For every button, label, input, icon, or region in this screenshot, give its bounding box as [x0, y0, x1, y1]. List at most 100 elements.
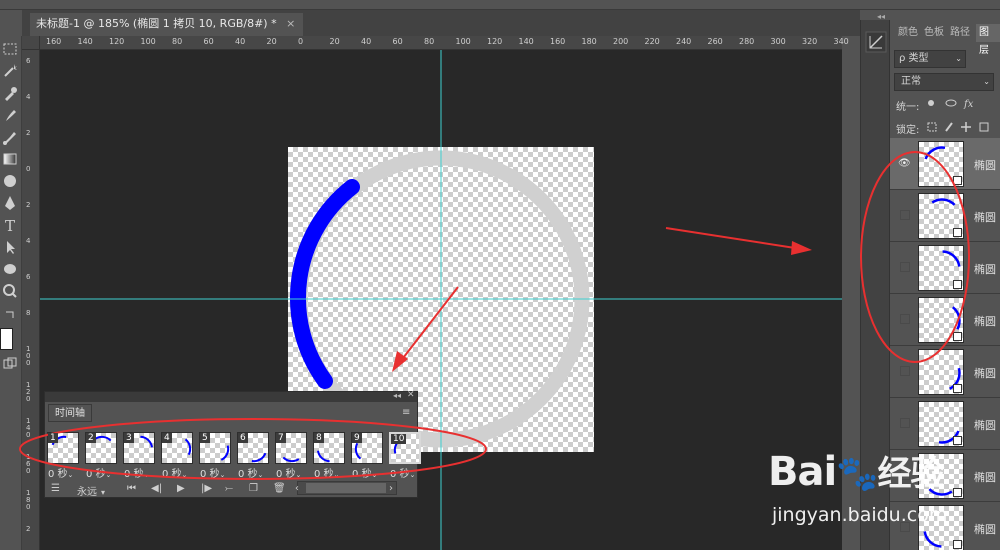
frame-delay-label: 0 秒: [352, 469, 372, 480]
vertical-ruler-ticks: 6 4 2 0 2 4 6 8 1 0 0 1 2 0 1 4 0 1 6 0 1 8 0 2: [22, 50, 40, 550]
frame-delay-label: 0 秒: [86, 469, 106, 480]
timeline-frame[interactable]: 4: [161, 432, 193, 464]
ruler-tick-label: 0: [298, 37, 304, 46]
ellipse-icon[interactable]: [1, 260, 19, 278]
layer-row[interactable]: 椭圆 1: [890, 346, 1000, 398]
loop-select[interactable]: 永远 ▾: [77, 483, 105, 498]
close-icon[interactable]: ×: [286, 17, 295, 30]
lock-icons[interactable]: [926, 120, 998, 134]
frame-delay-select[interactable]: 0 秒⌄: [86, 465, 111, 480]
ruler-tick-label: 80: [172, 37, 183, 46]
timeline-frame[interactable]: 10: [389, 432, 421, 464]
stamp-icon[interactable]: [1, 128, 19, 146]
background-color-swatch[interactable]: [0, 328, 13, 350]
frame-delay-select[interactable]: 0 秒⌄: [238, 465, 263, 480]
visibility-toggle[interactable]: [900, 418, 910, 428]
chevron-down-icon: ⌄: [181, 471, 188, 479]
delete-frame-icon[interactable]: 🗑: [273, 483, 286, 494]
layer-row[interactable]: 椭圆 1: [890, 294, 1000, 346]
brush-icon[interactable]: [1, 106, 19, 124]
pen-icon[interactable]: [1, 194, 19, 212]
timeline-frame[interactable]: 8: [313, 432, 345, 464]
convert-timeline-icon[interactable]: ☰: [51, 483, 60, 494]
previous-frame-icon[interactable]: ◀|: [151, 483, 162, 494]
timeline-frame[interactable]: 1: [47, 432, 79, 464]
frame-delay-select[interactable]: 0 秒⌄: [352, 465, 377, 480]
document-tab-bar: 未标题-1 @ 185% (椭圆 1 拷贝 10, RGB/8#) * ×: [22, 10, 860, 36]
ruler-tick-label: 120: [109, 37, 125, 46]
frame-delay-label: 0 秒: [48, 469, 68, 480]
frame-delay-select[interactable]: 0 秒⌄: [390, 465, 415, 480]
ruler-tick-label: 40: [235, 37, 246, 46]
timeline-frame[interactable]: 3: [123, 432, 155, 464]
frame-delay-select[interactable]: 0 秒⌄: [276, 465, 301, 480]
ruler-tick-label: 60: [203, 37, 214, 46]
path-select-icon[interactable]: [1, 238, 19, 256]
frame-delay-select[interactable]: 0 秒⌄: [124, 465, 149, 480]
ruler-tick-label: 160: [550, 37, 566, 46]
swap-colors-icon[interactable]: [1, 308, 19, 326]
tween-icon[interactable]: ⤚: [225, 483, 233, 494]
timeline-scrollbar[interactable]: [297, 481, 397, 495]
timeline-frame[interactable]: 6: [237, 432, 269, 464]
chevron-down-icon: ⌄: [371, 471, 378, 479]
frame-delay-select[interactable]: 0 秒⌄: [200, 465, 225, 480]
visibility-toggle[interactable]: [900, 314, 910, 324]
watermark-brand2: 经验: [877, 454, 945, 494]
frame-delay-select[interactable]: 0 秒⌄: [314, 465, 339, 480]
annotation-arrow-right: [665, 227, 812, 255]
timeline-scrollbar-thumb[interactable]: [306, 483, 386, 493]
ruler-tick-label: 1 8 0: [26, 489, 31, 511]
layer-name: 椭圆 1: [974, 159, 1000, 172]
layer-name: 椭圆 1: [974, 211, 1000, 224]
blend-mode-select[interactable]: 正常 ⌄: [894, 73, 994, 91]
scroll-left-icon[interactable]: ‹: [295, 483, 299, 494]
play-icon[interactable]: ▶: [177, 483, 185, 494]
layer-row[interactable]: 椭圆 1: [890, 190, 1000, 242]
visibility-toggle[interactable]: [900, 262, 910, 272]
wand-icon[interactable]: [1, 62, 19, 80]
chevron-down-icon: ⌄: [409, 471, 416, 479]
type-icon[interactable]: T: [1, 216, 19, 234]
tab-layers[interactable]: 图层: [976, 24, 1000, 56]
frame-delay-label: 0 秒: [200, 469, 220, 480]
visibility-toggle[interactable]: [900, 366, 910, 376]
layer-thumbnail: [918, 297, 964, 343]
zoom-icon[interactable]: [1, 282, 19, 300]
panel-collapse-icon[interactable]: ◂◂: [877, 12, 885, 21]
frame-number: 3: [124, 433, 134, 443]
tab-color[interactable]: 颜色: [898, 24, 918, 42]
visibility-toggle[interactable]: [900, 210, 910, 220]
marquee-icon[interactable]: [1, 40, 19, 58]
eye-icon[interactable]: 👁: [898, 158, 911, 169]
frame-delay-select[interactable]: 0 秒⌄: [48, 465, 73, 480]
layer-thumbnail: [918, 245, 964, 291]
blur-icon[interactable]: [1, 172, 19, 190]
unify-icons[interactable]: fx: [924, 96, 984, 110]
screen-mode-icon[interactable]: [1, 356, 19, 374]
ruler-tick-label: 280: [739, 37, 755, 46]
annotation-arrow-canvas: [392, 286, 459, 372]
timeline-frame[interactable]: 2: [85, 432, 117, 464]
layer-row[interactable]: 椭圆 1: [890, 242, 1000, 294]
scroll-right-icon[interactable]: ›: [389, 483, 393, 494]
timeline-frame[interactable]: 9: [351, 432, 383, 464]
next-frame-icon[interactable]: |▶: [201, 483, 212, 494]
frame-number: 9: [352, 433, 362, 443]
timeline-frame[interactable]: 5: [199, 432, 231, 464]
frame-delay-select[interactable]: 0 秒⌄: [162, 465, 187, 480]
tab-swatches[interactable]: 色板: [924, 24, 944, 42]
layer-row[interactable]: 👁 椭圆 1: [890, 138, 1000, 190]
tab-paths[interactable]: 路径: [950, 24, 970, 42]
duplicate-frame-icon[interactable]: ❐: [249, 483, 258, 494]
gradient-icon[interactable]: [1, 150, 19, 168]
ruler-tick-label: 2: [26, 525, 31, 533]
frame-number: 6: [238, 433, 248, 443]
curve-adjust-icon[interactable]: [865, 31, 887, 53]
layer-row[interactable]: 椭圆 1: [890, 398, 1000, 450]
document-tab[interactable]: 未标题-1 @ 185% (椭圆 1 拷贝 10, RGB/8#) * ×: [30, 13, 304, 36]
kind-filter-select[interactable]: ρ 类型 ⌄: [894, 50, 966, 68]
timeline-frame[interactable]: 7: [275, 432, 307, 464]
eyedropper-icon[interactable]: [1, 84, 19, 102]
first-frame-icon[interactable]: ⏮: [127, 483, 136, 494]
